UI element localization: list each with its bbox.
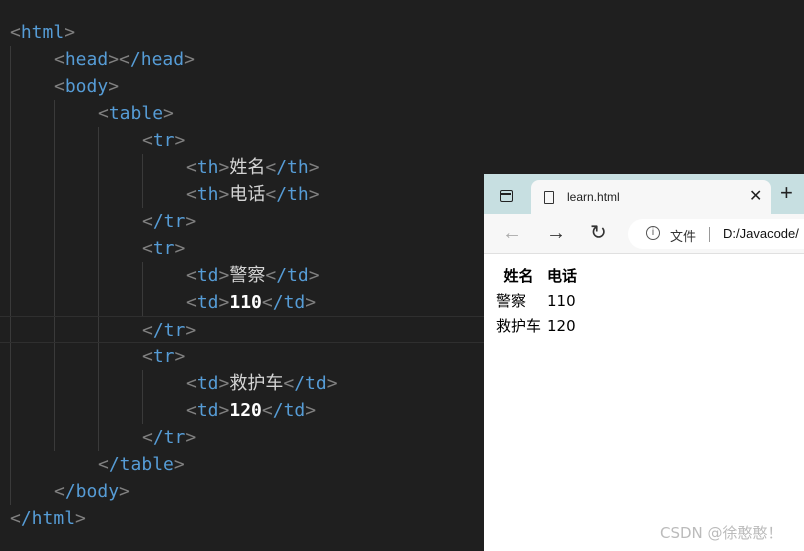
address-url[interactable]: D:/Javacode/ <box>723 226 799 241</box>
table-cell: 120 <box>547 316 576 335</box>
info-icon[interactable]: i <box>646 226 660 240</box>
table-cell: 救护车 <box>496 317 542 335</box>
code-line: <tr> <box>142 130 186 151</box>
code-tag: /td <box>272 400 306 421</box>
code-tag: /body <box>64 481 120 502</box>
new-tab-icon[interactable]: + <box>780 181 793 205</box>
code-tag: /td <box>272 292 306 313</box>
code-tag: /tr <box>152 427 186 448</box>
address-scheme-label: 文件 <box>670 230 697 245</box>
code-tag: td <box>196 292 219 313</box>
close-icon[interactable]: ✕ <box>749 186 762 206</box>
tab-title: learn.html <box>567 190 620 204</box>
code-text: 警察 <box>229 265 266 286</box>
table-cell: 警察 <box>496 292 527 310</box>
code-tag: tr <box>152 346 175 367</box>
code-tag: /html <box>20 508 76 529</box>
navigation-bar: ← → ↻ i 文件 D:/Javacode/ <box>484 214 804 254</box>
address-bar[interactable]: i 文件 D:/Javacode/ <box>628 219 804 249</box>
tab-bar: learn.html ✕ + <box>484 174 804 214</box>
table-cell: 110 <box>547 291 576 310</box>
code-line: <body> <box>54 76 120 97</box>
table-row: 救护车 120 <box>494 314 579 337</box>
code-tag: /td <box>276 265 309 286</box>
code-line: <table> <box>98 103 174 124</box>
code-text: 救护车 <box>229 373 284 394</box>
table-header-row: 姓名 电话 <box>494 264 579 287</box>
forward-arrow-icon[interactable]: → <box>546 220 566 246</box>
code-tag: tr <box>152 130 175 151</box>
code-tag: table <box>108 103 164 124</box>
code-tag: head <box>64 49 109 70</box>
code-line: <html> <box>10 22 76 43</box>
code-tag: html <box>20 22 65 43</box>
code-tag: tr <box>152 238 175 259</box>
table-row: 警察 110 <box>494 289 579 312</box>
refresh-icon[interactable]: ↻ <box>590 220 607 246</box>
table-header: 电话 <box>547 267 578 285</box>
code-tag: /tr <box>152 320 186 341</box>
rendered-table: 姓名 电话 警察 110 救护车 120 <box>492 262 581 339</box>
address-divider <box>709 227 710 242</box>
code-tag: th <box>196 184 219 205</box>
code-text: 电话 <box>229 184 266 205</box>
document-icon <box>544 191 554 204</box>
tab-learn-html[interactable]: learn.html ✕ <box>531 180 771 214</box>
code-tag: /th <box>276 157 309 178</box>
code-tag: td <box>196 265 219 286</box>
code-tag: /tr <box>152 211 186 232</box>
watermark: CSDN @徐憨憨！ <box>660 524 783 542</box>
code-line: <head></head> <box>54 49 195 70</box>
back-arrow-icon[interactable]: ← <box>502 220 522 246</box>
code-text: 110 <box>229 292 262 313</box>
code-text: 120 <box>229 400 262 421</box>
code-tag: /head <box>129 49 185 70</box>
code-tag: td <box>196 400 219 421</box>
code-tag: /table <box>108 454 174 475</box>
code-tag: /th <box>276 184 309 205</box>
code-tag: /td <box>294 373 327 394</box>
code-text: 姓名 <box>229 157 266 178</box>
code-tag: td <box>196 373 219 394</box>
code-tag: body <box>64 76 109 97</box>
tab-actions-icon[interactable] <box>500 190 513 202</box>
page-content: 姓名 电话 警察 110 救护车 120 <box>484 254 804 551</box>
table-header: 姓名 <box>503 267 534 285</box>
code-tag: th <box>196 157 219 178</box>
browser-window: learn.html ✕ + ← → ↻ i 文件 D:/Javacode/ 姓… <box>484 174 804 551</box>
